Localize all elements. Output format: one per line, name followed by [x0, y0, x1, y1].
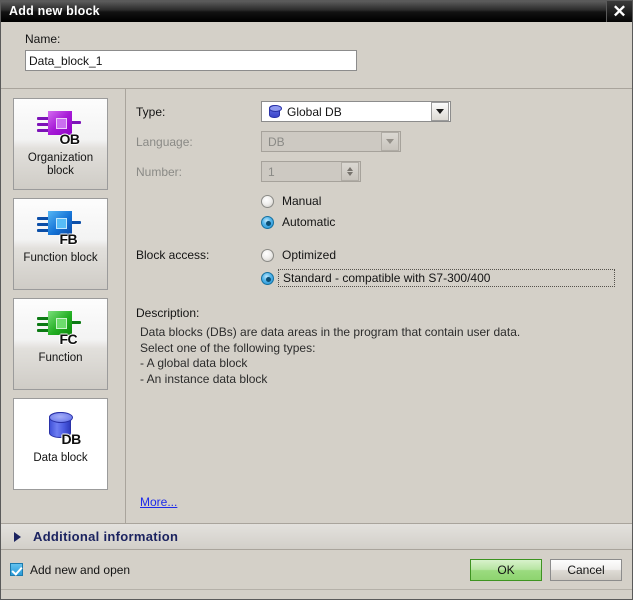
language-value: DB [268, 134, 285, 149]
name-label: Name: [25, 32, 61, 46]
additional-information-label: Additional information [33, 529, 179, 544]
number-value: 1 [268, 164, 275, 179]
function-tag: FC [59, 331, 78, 347]
number-label: Number: [136, 164, 183, 179]
block-type-data-block[interactable]: DB Data block [13, 398, 108, 490]
chevron-down-icon [381, 132, 399, 151]
add-new-and-open-checkbox[interactable]: Add new and open [10, 563, 130, 577]
type-label: Type: [136, 104, 166, 119]
dialog-footer: Add new and open OK Cancel [1, 550, 632, 590]
radio-label: Manual [282, 194, 322, 208]
block-type-function-block[interactable]: FB Function block [13, 198, 108, 290]
radio-icon [261, 271, 274, 285]
number-row: Number: 1 [136, 161, 632, 182]
additional-information-expander[interactable]: Additional information [1, 524, 632, 550]
block-type-label: Data block [33, 452, 88, 464]
data-block-tag: DB [61, 431, 82, 447]
close-icon[interactable]: ✕ [606, 0, 632, 22]
function-icon: FC [35, 308, 87, 350]
chevron-right-icon [14, 531, 21, 542]
type-row: Type: Global DB [136, 101, 632, 122]
language-combobox: DB [261, 131, 401, 152]
dialog-bottom-strip [1, 590, 632, 599]
block-type-label: Function [38, 352, 83, 364]
description-text: Data blocks (DBs) are data areas in the … [140, 325, 521, 386]
language-row: Language: DB [136, 131, 632, 152]
checkbox-icon [10, 563, 23, 576]
number-mode-manual-radio[interactable]: Manual [261, 194, 632, 208]
chevron-down-icon[interactable] [431, 102, 449, 121]
radio-icon [261, 248, 274, 262]
data-block-icon: DB [35, 408, 87, 450]
radio-label: Optimized [282, 248, 337, 262]
function-block-tag: FB [59, 231, 78, 247]
database-cylinder-icon [265, 105, 283, 118]
block-access-label: Block access: [136, 248, 210, 262]
radio-label: Standard - compatible with S7-300/400 [278, 269, 615, 287]
type-combobox[interactable]: Global DB [261, 101, 451, 122]
block-type-organization-block[interactable]: OB Organization block [13, 98, 108, 190]
name-input[interactable] [25, 50, 357, 71]
add-new-block-dialog: Add new block ✕ Name: OB Organization bl… [0, 0, 633, 600]
radio-label: Automatic [282, 215, 336, 229]
block-access-standard-radio[interactable]: Standard - compatible with S7-300/400 [136, 269, 632, 287]
cancel-button[interactable]: Cancel [550, 558, 622, 581]
language-label: Language: [136, 134, 193, 149]
block-type-list: OB Organization block FB Function block [1, 89, 126, 523]
name-section: Name: [1, 22, 632, 89]
radio-icon [261, 215, 274, 229]
organization-block-tag: OB [59, 131, 81, 147]
function-block-icon: FB [35, 208, 87, 250]
number-mode-automatic-radio[interactable]: Automatic [261, 215, 632, 229]
dialog-body: OB Organization block FB Function block [1, 89, 632, 524]
checkbox-label: Add new and open [30, 562, 131, 577]
block-type-function[interactable]: FC Function [13, 298, 108, 390]
footer-buttons: OK Cancel [470, 558, 622, 581]
block-type-label: Organization block [27, 152, 94, 177]
block-type-label: Function block [23, 252, 98, 264]
radio-icon [261, 194, 274, 208]
dialog-title: Add new block [9, 4, 100, 18]
dialog-titlebar: Add new block ✕ [1, 0, 632, 22]
block-access-optimized-radio[interactable]: Block access: Optimized [136, 248, 632, 262]
more-link[interactable]: More... [140, 495, 177, 509]
ok-button[interactable]: OK [470, 558, 542, 581]
description-label: Description: [136, 306, 200, 320]
type-value: Global DB [287, 104, 342, 119]
number-stepper: 1 [261, 161, 361, 182]
stepper-arrows-icon [341, 162, 359, 181]
block-properties-form: Type: Global DB Language: DB Number: 1 M… [126, 89, 632, 523]
organization-block-icon: OB [35, 108, 87, 150]
